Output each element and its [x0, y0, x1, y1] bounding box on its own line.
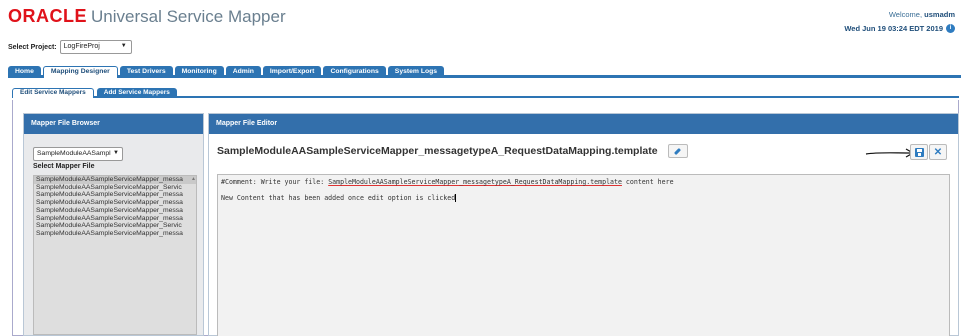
chevron-down-icon: ▼: [113, 150, 119, 156]
sub-tab-strip: Edit Service Mappers Add Service Mappers: [12, 88, 959, 98]
list-item[interactable]: SampleModuleAASampleServiceMapper_messa: [34, 207, 196, 215]
editor-file-name: SampleModuleAASampleServiceMapper_messag…: [217, 145, 658, 157]
tab-monitoring[interactable]: Monitoring: [174, 66, 224, 78]
browser-title: Mapper File Browser: [24, 114, 203, 134]
mapper-file-editor: Mapper File Editor SampleModuleAASampleS…: [208, 113, 959, 336]
module-select-value: SampleModuleAASampl: [37, 150, 111, 157]
welcome-label: Welcome,: [888, 10, 923, 19]
pencil-icon: [674, 147, 682, 155]
list-item[interactable]: SampleModuleAASampleServiceMapper_messa: [34, 191, 196, 199]
oracle-logo: ORACLE: [8, 6, 87, 26]
project-select-value: LogFireProj: [63, 43, 100, 50]
app-logo: ORACLE Universal Service Mapper: [8, 6, 286, 27]
project-selector-row: Select Project: LogFireProj ▼: [8, 40, 132, 54]
main-tabs: Home Mapping Designer Test Drivers Monit…: [8, 66, 445, 78]
list-scrollbar[interactable]: ▲: [190, 176, 196, 334]
tab-test-drivers[interactable]: Test Drivers: [119, 66, 173, 78]
info-icon[interactable]: i: [946, 24, 955, 33]
editor-textarea[interactable]: #Comment: Write your file: SampleModuleA…: [217, 174, 950, 336]
app-title: Universal Service Mapper: [91, 7, 286, 26]
mapper-file-browser: Mapper File Browser SampleModuleAASampl …: [23, 113, 204, 336]
list-item[interactable]: SampleModuleAASampleServiceMapper_messa: [34, 176, 196, 184]
main-tab-strip: Home Mapping Designer Test Drivers Monit…: [8, 66, 961, 78]
chevron-down-icon: ▼: [120, 43, 127, 49]
save-icon: [914, 147, 924, 157]
select-mapper-label: Select Mapper File: [33, 163, 95, 170]
close-button[interactable]: ✕: [929, 144, 947, 160]
list-item[interactable]: SampleModuleAASampleServiceMapper_Servic: [34, 222, 196, 230]
comment-file-name: SampleModuleAASampleServiceMapper_messag…: [328, 178, 622, 186]
welcome-text: Welcome, usmadm: [889, 10, 955, 19]
save-button[interactable]: [910, 144, 928, 160]
tab-admin[interactable]: Admin: [225, 66, 261, 78]
list-item[interactable]: SampleModuleAASampleServiceMapper_messa: [34, 215, 196, 223]
tab-system-logs[interactable]: System Logs: [387, 66, 445, 78]
tab-home[interactable]: Home: [8, 66, 41, 78]
scroll-up-icon[interactable]: ▲: [191, 176, 196, 182]
list-item[interactable]: SampleModuleAASampleServiceMapper_messa: [34, 199, 196, 207]
editor-title: Mapper File Editor: [209, 114, 958, 134]
list-item[interactable]: SampleModuleAASampleServiceMapper_Servic: [34, 184, 196, 192]
username[interactable]: usmadm: [924, 10, 955, 19]
edit-button[interactable]: [667, 144, 688, 158]
current-datetime: Wed Jun 19 03:24 EDT 2019: [844, 24, 943, 33]
app-header: ORACLE Universal Service Mapper Welcome, …: [0, 0, 961, 40]
datetime-row: Wed Jun 19 03:24 EDT 2019 i: [844, 24, 955, 33]
project-label: Select Project:: [8, 43, 57, 51]
new-content-text: New Content that has been added once edi…: [221, 194, 456, 202]
editor-file-row: SampleModuleAASampleServiceMapper_messag…: [217, 144, 688, 158]
close-icon: ✕: [933, 146, 943, 158]
tab-configurations[interactable]: Configurations: [323, 66, 386, 78]
tab-edit-service-mappers[interactable]: Edit Service Mappers: [12, 88, 94, 98]
text-cursor: [455, 194, 457, 202]
tab-add-service-mappers[interactable]: Add Service Mappers: [96, 88, 177, 98]
editor-line-2: New Content that has been added once edi…: [221, 193, 946, 203]
module-select[interactable]: SampleModuleAASampl ▼: [33, 147, 123, 161]
mapper-file-list[interactable]: SampleModuleAASampleServiceMapper_messa …: [33, 175, 197, 335]
sub-tabs: Edit Service Mappers Add Service Mappers: [12, 88, 959, 98]
comment-suffix: content here: [621, 178, 674, 186]
editor-line-1: #Comment: Write your file: SampleModuleA…: [221, 177, 946, 187]
tab-mapping-designer[interactable]: Mapping Designer: [42, 66, 118, 78]
list-item[interactable]: SampleModuleAASampleServiceMapper_messa: [34, 230, 196, 238]
project-select[interactable]: LogFireProj ▼: [59, 40, 132, 54]
comment-prefix: #Comment: Write your file:: [221, 178, 329, 186]
tab-import-export[interactable]: Import/Export: [262, 66, 322, 78]
